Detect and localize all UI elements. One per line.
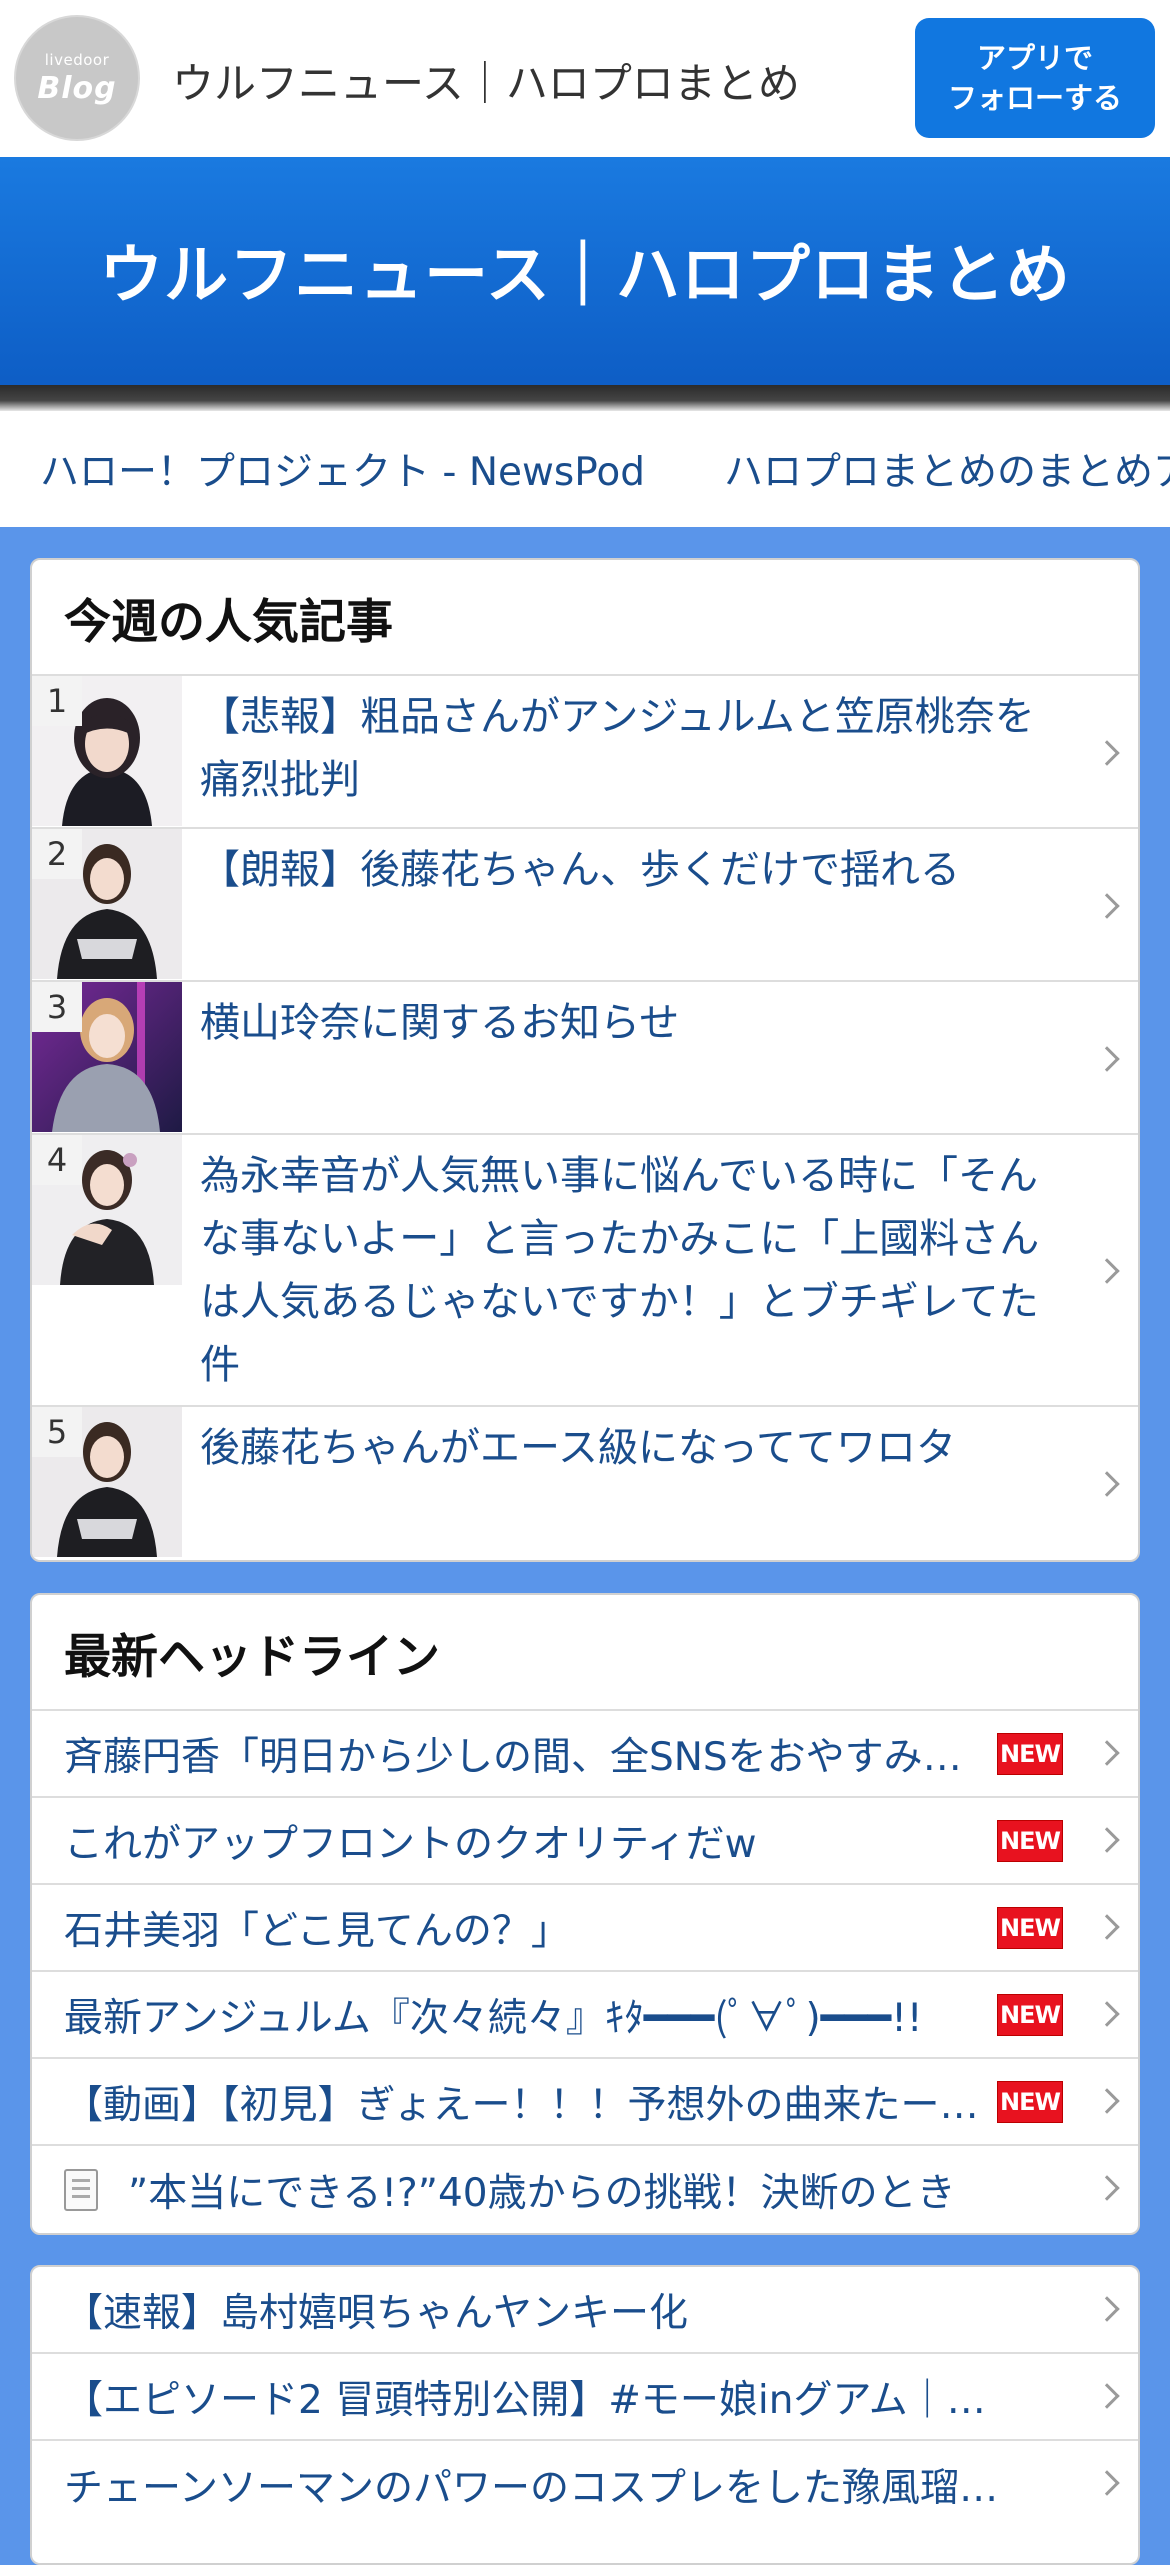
chevron-right-icon (1094, 1827, 1120, 1853)
ranking-item[interactable]: 2 【朗報】後藤花ちゃん、歩くだけで揺れる (32, 829, 1138, 982)
new-badge: NEW (997, 1993, 1063, 2036)
document-icon (64, 2168, 98, 2211)
link-strip-item[interactable]: ハロプロまとめのまとめア (724, 441, 1170, 497)
article-thumbnail: 3 (32, 982, 182, 1132)
top-bar: livedoor Blog ウルフニュース｜ハロプロまとめ アプリで フォローす… (0, 0, 1170, 157)
new-badge: NEW (997, 2080, 1063, 2123)
link-strip: ハロー！プロジェクト - NewsPod ハロプロまとめのまとめア (0, 411, 1170, 527)
ranking-item-title: 【朗報】後藤花ちゃん、歩くだけで揺れる (200, 847, 960, 893)
ranking-item[interactable]: 5 後藤花ちゃんがエース級になっててワロタ (32, 1407, 1138, 1560)
follow-in-app-button[interactable]: アプリで フォローする (915, 18, 1155, 138)
site-name[interactable]: ウルフニュース｜ハロプロまとめ (172, 50, 800, 111)
related-links-panel: 【速報】島村嬉唄ちゃんヤンキー化 【エピソード2 冒頭特別公開】#モー娘inグア… (30, 2265, 1140, 2565)
new-badge: NEW (997, 1819, 1063, 1862)
logo-big-text: Blog (37, 70, 117, 106)
article-thumbnail: 4 (32, 1135, 182, 1285)
headline-item[interactable]: 【動画】【初見】ぎょえー！！！予想外の曲来たー！！！ NEW (32, 2059, 1138, 2146)
popular-articles-title: 今週の人気記事 (32, 560, 1138, 676)
chevron-right-icon (1094, 2296, 1120, 2322)
rank-number: 4 (32, 1135, 82, 1185)
article-thumbnail: 5 (32, 1407, 182, 1557)
link-strip-item[interactable]: ハロー！プロジェクト - NewsPod (40, 441, 645, 497)
ranking-item[interactable]: 4 為永幸音が人気無い事に悩んでいる時に「そんな事ないよー」と言ったかみこに「上… (32, 1135, 1138, 1407)
latest-headlines-title: 最新ヘッドライン (32, 1595, 1138, 1711)
chevron-right-icon (1094, 2088, 1120, 2114)
related-link-title: チェーンソーマンのパワーのコスプレをした豫風瑠乃ちゃん (64, 2465, 1024, 2511)
chevron-right-icon (1094, 1740, 1120, 1766)
headline-item[interactable]: ”本当にできる!?”40歳からの挑戦！決断のとき (32, 2146, 1138, 2233)
chevron-right-icon (1094, 1914, 1120, 1940)
popular-articles-panel: 今週の人気記事 1 【悲報】粗品さんがアンジュルムと笠原桃奈を痛烈批判 2 【朗… (30, 558, 1140, 1562)
logo-small-text: livedoor (44, 50, 110, 69)
headline-title: これがアップフロントのクオリティだw (64, 1821, 757, 1867)
rank-number: 3 (32, 982, 82, 1032)
livedoor-blog-logo[interactable]: livedoor Blog (14, 15, 140, 141)
headline-title: 石井美羽「どこ見てんの？」 (64, 1908, 570, 1954)
ranking-item-title: 為永幸音が人気無い事に悩んでいる時に「そんな事ないよー」と言ったかみこに「上國料… (200, 1153, 1040, 1388)
ranking-item-title: 【悲報】粗品さんがアンジュルムと笠原桃奈を痛烈批判 (200, 694, 1035, 803)
related-link-item[interactable]: 【速報】島村嬉唄ちゃんヤンキー化 (32, 2267, 1138, 2354)
chevron-right-icon (1094, 2001, 1120, 2027)
headline-title: ”本当にできる!?”40歳からの挑戦！決断のとき (128, 2170, 956, 2216)
ranking-item[interactable]: 3 横山玲奈に関するお知らせ (32, 982, 1138, 1135)
headline-title: 【動画】【初見】ぎょえー！！！予想外の曲来たー！！！ (64, 2082, 986, 2128)
headline-title: 斉藤円香「明日から少しの間、全SNSをおやすみします」 (64, 1734, 986, 1780)
related-link-item[interactable]: チェーンソーマンのパワーのコスプレをした豫風瑠乃ちゃん (32, 2441, 1138, 2528)
banner-title: ウルフニュース｜ハロプロまとめ (99, 239, 1071, 313)
headline-item[interactable]: これがアップフロントのクオリティだw NEW (32, 1798, 1138, 1885)
rank-number: 1 (32, 676, 82, 726)
headline-item[interactable]: 斉藤円香「明日から少しの間、全SNSをおやすみします」 NEW (32, 1711, 1138, 1798)
new-badge: NEW (997, 1906, 1063, 1949)
headline-item[interactable]: 最新アンジュルム『次々続々』ｷﾀ━━━(ﾟ∀ﾟ)━━━!! NEW (32, 1972, 1138, 2059)
blog-header-banner[interactable]: ウルフニュース｜ハロプロまとめ (0, 157, 1170, 397)
article-thumbnail: 2 (32, 829, 182, 979)
ranking-item-title: 横山玲奈に関するお知らせ (200, 1000, 680, 1046)
banner-divider (0, 385, 1170, 411)
headline-title: 最新アンジュルム『次々続々』ｷﾀ━━━(ﾟ∀ﾟ)━━━!! (64, 1995, 923, 2041)
chevron-right-icon (1094, 2383, 1120, 2409)
ranking-item-title: 後藤花ちゃんがエース級になっててワロタ (200, 1425, 956, 1471)
rank-number: 2 (32, 829, 82, 879)
related-link-item[interactable]: 【エピソード2 冒頭特別公開】#モー娘inグアム｜モーニング娘。'24 (32, 2354, 1138, 2441)
chevron-right-icon (1094, 2175, 1120, 2201)
headline-item[interactable]: 石井美羽「どこ見てんの？」 NEW (32, 1885, 1138, 1972)
article-thumbnail: 1 (32, 676, 182, 826)
latest-headlines-panel: 最新ヘッドライン 斉藤円香「明日から少しの間、全SNSをおやすみします」 NEW… (30, 1593, 1140, 2235)
ranking-item[interactable]: 1 【悲報】粗品さんがアンジュルムと笠原桃奈を痛烈批判 (32, 676, 1138, 829)
chevron-right-icon (1094, 2470, 1120, 2496)
rank-number: 5 (32, 1407, 82, 1457)
related-link-title: 【エピソード2 冒頭特別公開】#モー娘inグアム｜モーニング娘。'24 (64, 2377, 1024, 2423)
new-badge: NEW (997, 1732, 1063, 1775)
related-link-title: 【速報】島村嬉唄ちゃんヤンキー化 (64, 2290, 689, 2336)
